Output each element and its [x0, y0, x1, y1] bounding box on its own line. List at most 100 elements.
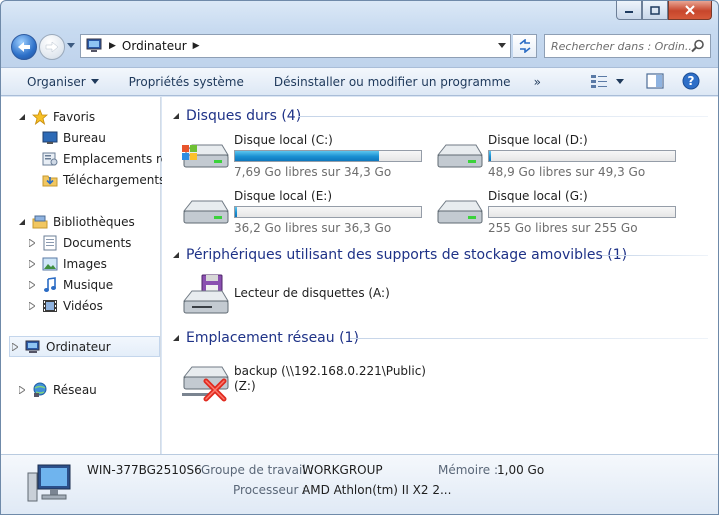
- drive-c-name: Disque local (C:): [234, 133, 333, 147]
- help-icon[interactable]: ?: [682, 72, 700, 90]
- expanded-arrow-icon[interactable]: [17, 218, 27, 226]
- collapsed-arrow-icon[interactable]: [27, 301, 37, 310]
- drive-d-free-space: 48,9 Go libres sur 49,3 Go: [488, 165, 646, 179]
- refresh-button[interactable]: [513, 34, 537, 58]
- content-pane: Disques durs (4) Disque local (C:) 7,69 …: [162, 97, 718, 454]
- drive-c[interactable]: Disque local (C:) 7,69 Go libres sur 34,…: [180, 133, 425, 181]
- forward-button[interactable]: [39, 34, 65, 60]
- svg-text:?: ?: [688, 74, 695, 88]
- search-icon[interactable]: [691, 39, 705, 53]
- collapsed-arrow-icon[interactable]: [27, 280, 37, 289]
- drive-c-usage-fill: [235, 151, 380, 161]
- preview-pane-icon[interactable]: [646, 73, 664, 89]
- close-icon: [685, 5, 695, 15]
- organize-label: Organiser: [27, 74, 86, 89]
- drive-e[interactable]: Disque local (E:) 36,2 Go libres sur 36,…: [180, 189, 425, 237]
- search-box[interactable]: [544, 34, 711, 58]
- chevron-down-icon: [90, 79, 99, 84]
- nav-favorites[interactable]: Favoris: [17, 106, 95, 127]
- maximize-button[interactable]: [642, 1, 668, 20]
- desktop-icon: [41, 130, 59, 146]
- group-divider: [298, 116, 708, 117]
- nav-documents[interactable]: Documents: [27, 232, 131, 253]
- drive-c-free-space: 7,69 Go libres sur 34,3 Go: [234, 165, 392, 179]
- nav-music-label: Musique: [63, 277, 114, 292]
- hard-drive-icon: [182, 200, 229, 224]
- star-icon: [31, 108, 49, 125]
- network-drive[interactable]: backup (\\192.168.0.221\Public) (Z:): [180, 363, 440, 407]
- drive-d-name: Disque local (D:): [488, 133, 588, 147]
- arrow-left-icon: [18, 42, 30, 52]
- collapsed-arrow-icon[interactable]: [10, 342, 20, 351]
- nav-videos[interactable]: Vidéos: [27, 295, 103, 316]
- minimize-button[interactable]: [616, 1, 642, 20]
- hard-drive-icon: [436, 144, 483, 168]
- collapsed-arrow-icon[interactable]: [27, 238, 37, 247]
- nav-desktop[interactable]: Bureau: [27, 127, 106, 148]
- expanded-arrow-icon[interactable]: [172, 112, 180, 120]
- view-dropdown-icon[interactable]: [616, 78, 624, 84]
- breadcrumb-chevron-icon[interactable]: ▶: [193, 41, 200, 51]
- change-view-icon[interactable]: [590, 73, 608, 89]
- nav-favorites-label: Favoris: [53, 109, 96, 124]
- computer-icon: [86, 38, 102, 52]
- back-button[interactable]: [11, 34, 37, 60]
- group-divider: [602, 255, 708, 256]
- drive-g-usage-bar: [488, 206, 676, 218]
- windows-drive-icon: [182, 144, 229, 168]
- disconnected-network-drive-icon: [182, 366, 229, 402]
- group-network-location[interactable]: Emplacement réseau (1): [162, 328, 718, 348]
- details-pane: WIN-377BG2510S6 Groupe de travail : WORK…: [1, 454, 718, 514]
- expanded-arrow-icon[interactable]: [172, 251, 180, 259]
- nav-downloads[interactable]: Téléchargements: [27, 169, 165, 190]
- uninstall-program-button[interactable]: Désinstaller ou modifier un programme: [259, 67, 526, 96]
- address-bar[interactable]: ▶ Ordinateur ▶: [80, 34, 511, 58]
- organize-menu[interactable]: Organiser: [1, 67, 114, 96]
- search-input[interactable]: [551, 35, 691, 57]
- nav-recent-places[interactable]: Emplacements réce: [27, 148, 182, 169]
- recent-pages-chevron-icon[interactable]: [67, 43, 75, 49]
- drive-d[interactable]: Disque local (D:) 48,9 Go libres sur 49,…: [434, 133, 679, 181]
- expanded-arrow-icon[interactable]: [172, 334, 180, 342]
- workgroup-label: Groupe de travail :: [201, 463, 314, 477]
- command-bar: Organiser Propriétés système Désinstalle…: [1, 67, 718, 96]
- drive-e-free-space: 36,2 Go libres sur 36,3 Go: [234, 221, 392, 235]
- caption-buttons: [616, 1, 712, 21]
- group-hard-disks[interactable]: Disques durs (4): [162, 106, 718, 126]
- nav-videos-label: Vidéos: [63, 298, 103, 313]
- group-network-title: Emplacement réseau (1): [186, 330, 359, 346]
- memory-value: 1,00 Go: [497, 463, 545, 477]
- downloads-folder-icon: [41, 172, 59, 188]
- floppy-drive-icon: [182, 274, 229, 314]
- drive-g[interactable]: Disque local (G:) 255 Go libres sur 255 …: [434, 189, 679, 237]
- videos-icon: [41, 298, 59, 314]
- group-removable[interactable]: Périphériques utilisant des supports de …: [162, 245, 718, 265]
- nav-computer[interactable]: Ordinateur: [9, 336, 160, 357]
- memory-label: Mémoire :: [438, 463, 499, 477]
- breadcrumb-separator-icon[interactable]: ▶: [109, 41, 116, 51]
- nav-network[interactable]: Réseau: [17, 379, 97, 400]
- processor-label: Processeur :: [233, 483, 307, 497]
- close-button[interactable]: [668, 1, 712, 20]
- collapsed-arrow-icon[interactable]: [17, 385, 27, 394]
- drive-e-name: Disque local (E:): [234, 189, 333, 203]
- nav-pictures[interactable]: Images: [27, 253, 107, 274]
- group-removable-title: Périphériques utilisant des supports de …: [186, 247, 628, 263]
- drive-d-usage-fill: [489, 151, 491, 161]
- floppy-drive[interactable]: Lecteur de disquettes (A:): [180, 273, 400, 317]
- collapsed-arrow-icon[interactable]: [27, 259, 37, 268]
- network-drive-label: backup (\\192.168.0.221\Public): [234, 364, 426, 378]
- nav-libraries[interactable]: Bibliothèques: [17, 211, 135, 232]
- more-commands-button[interactable]: »: [526, 67, 549, 96]
- expanded-arrow-icon[interactable]: [17, 113, 27, 121]
- minimize-icon: [625, 11, 633, 13]
- nav-libraries-label: Bibliothèques: [53, 214, 135, 229]
- breadcrumb-computer[interactable]: Ordinateur: [122, 39, 187, 53]
- floppy-drive-label: Lecteur de disquettes (A:): [234, 286, 390, 300]
- hard-drive-icon: [436, 200, 483, 224]
- nav-pictures-label: Images: [63, 256, 107, 271]
- nav-documents-label: Documents: [63, 235, 132, 250]
- system-properties-button[interactable]: Propriétés système: [114, 67, 259, 96]
- address-dropdown-icon[interactable]: [498, 43, 506, 49]
- nav-music[interactable]: Musique: [27, 274, 113, 295]
